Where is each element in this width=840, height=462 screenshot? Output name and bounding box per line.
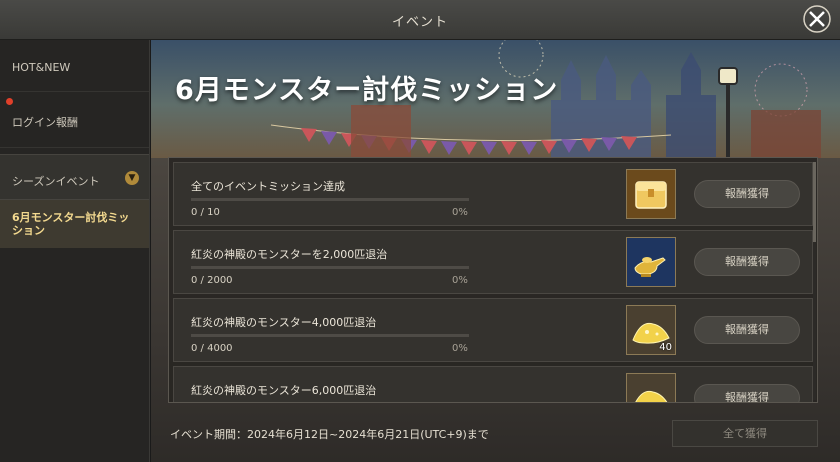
progress-count: 0 / 4000 (191, 343, 233, 354)
treasure-chest-icon (627, 170, 675, 218)
sidebar-item-hot-new[interactable]: HOT&NEW (0, 40, 149, 92)
mission-name: 紅炎の神殿のモンスターを2,000匹退治 (191, 248, 388, 261)
magic-lamp-icon (627, 238, 675, 286)
mission-row: 全てのイベントミッション達成 0 / 10 0% 報酬獲得 (173, 162, 813, 226)
progress-bar (191, 334, 469, 337)
mission-name: 全てのイベントミッション達成 (191, 180, 345, 193)
sidebar-item-label: 6月モンスター討伐ミッション (12, 211, 130, 237)
mission-row: 紅炎の神殿のモンスター6,000匹退治 報酬獲得 (173, 366, 813, 403)
close-icon (803, 5, 831, 33)
progress-count: 0 / 2000 (191, 275, 233, 286)
chevron-down-icon: ▼ (125, 171, 139, 185)
claim-reward-button[interactable]: 報酬獲得 (694, 180, 800, 208)
sidebar-item-label: ログイン報酬 (12, 116, 78, 129)
claim-reward-button[interactable]: 報酬獲得 (694, 248, 800, 276)
progress-percent: 0% (452, 343, 468, 354)
progress-bar (191, 198, 469, 201)
sidebar-item-login-reward[interactable]: ログイン報酬 (0, 92, 149, 148)
window-title: イベント (391, 15, 448, 30)
page-title: 6月モンスター討伐ミッション (175, 75, 559, 106)
progress-bar (191, 402, 469, 403)
close-button[interactable] (802, 4, 832, 34)
scrollbar-thumb[interactable] (813, 162, 816, 242)
progress-percent: 0% (452, 207, 468, 218)
gold-powder-icon (627, 374, 675, 402)
title-bar: イベント (0, 0, 840, 40)
sidebar-item-season-event[interactable]: シーズンイベント ▼ (0, 154, 149, 200)
reward-item-slot[interactable] (626, 169, 676, 219)
reward-item-slot[interactable]: 40 (626, 305, 676, 355)
mission-list[interactable]: 全てのイベントミッション達成 0 / 10 0% 報酬獲得 紅炎の神殿のモンスタ… (168, 157, 818, 403)
claim-reward-button[interactable]: 報酬獲得 (694, 384, 800, 402)
item-quantity: 40 (659, 342, 672, 353)
event-banner: 6月モンスター討伐ミッション (151, 40, 840, 158)
mission-row: 紅炎の神殿のモンスターを2,000匹退治 0 / 2000 0% 報酬獲得 (173, 230, 813, 294)
progress-percent: 0% (452, 275, 468, 286)
event-period: イベント期間：2024年6月12日~2024年6月21日(UTC+9)まで (170, 428, 489, 441)
claim-reward-button[interactable]: 報酬獲得 (694, 316, 800, 344)
notification-dot (6, 98, 13, 105)
reward-item-slot[interactable] (626, 373, 676, 402)
mission-row: 紅炎の神殿のモンスター4,000匹退治 0 / 4000 0% 40 報酬獲得 (173, 298, 813, 362)
mission-name: 紅炎の神殿のモンスター6,000匹退治 (191, 384, 377, 397)
sidebar: HOT&NEW ログイン報酬 シーズンイベント ▼ 6月モンスター討伐ミッション (0, 40, 150, 462)
reward-item-slot[interactable] (626, 237, 676, 287)
progress-count: 0 / 10 (191, 207, 220, 218)
sidebar-item-monster-mission[interactable]: 6月モンスター討伐ミッション (0, 200, 149, 248)
claim-all-button[interactable]: 全て獲得 (672, 420, 818, 447)
sidebar-item-label: HOT&NEW (12, 61, 71, 74)
sidebar-item-label: シーズンイベント (12, 175, 100, 188)
progress-bar (191, 266, 469, 269)
mission-name: 紅炎の神殿のモンスター4,000匹退治 (191, 316, 377, 329)
